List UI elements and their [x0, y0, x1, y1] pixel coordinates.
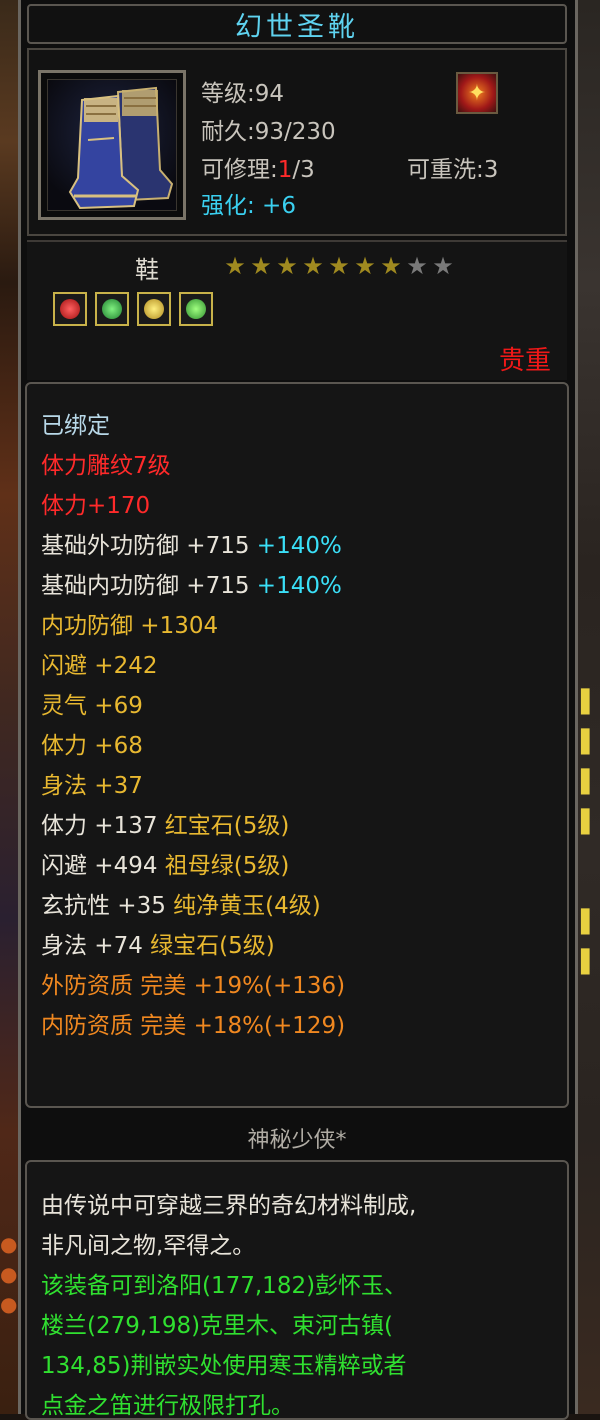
repair-prefix: 可修理: [201, 157, 278, 183]
attributes-box: 已绑定 体力雕纹7级 体力+170 基础外功防御 +715 +140% 基础内功… [25, 382, 569, 1108]
background-glyph: ▌ [581, 770, 598, 795]
attribute-line: 灵气 +69 [41, 693, 143, 719]
item-rarity: 贵重 [498, 346, 551, 376]
class-emblem-icon: ✦ [456, 72, 498, 114]
background-game-right-strip: ▌ ▌ ▌ ▌ ▌ ▌ [576, 0, 600, 1414]
background-glyph: ▌ [581, 910, 598, 935]
background-glyph: ● [0, 1232, 18, 1256]
attribute-bonus: +140% [256, 533, 342, 559]
item-type-section: 鞋 ★ ★ ★ ★ ★ ★ ★ ★ ★ 贵重 [27, 240, 567, 380]
item-name: 幻世圣靴 [235, 11, 359, 43]
gem-name: 绿宝石(5级) [150, 933, 275, 959]
item-maker: 神秘少侠* [247, 1128, 347, 1153]
gem-name: 红宝石(5级) [164, 813, 290, 839]
topaz-gem-icon [137, 292, 171, 326]
description-line: 点金之笛进行极限打孔。 [41, 1393, 294, 1419]
gem-core [144, 299, 164, 319]
description-line: 134,85)荆嵌实处使用寒玉精粹或者 [41, 1353, 407, 1379]
star-rating: ★ ★ ★ ★ ★ ★ ★ ★ ★ [223, 254, 455, 278]
star-icon: ★ [276, 252, 298, 280]
gem-core [102, 299, 122, 319]
attribute-line: 基础外功防御 +715 +140% [41, 526, 342, 560]
item-rewash: 可重洗:3 [407, 157, 499, 183]
item-header: 等级:94 耐久:93/230 可修理:1/3 可重洗:3 强化: +6 ✦ [27, 48, 567, 236]
attribute-line: 闪避 +242 [41, 653, 158, 679]
attribute-base: 闪避 +494 [41, 853, 165, 879]
description-line: 楼兰(279,198)克里木、束河古镇( [41, 1313, 394, 1339]
gem-attribute-line: 身法 +74 绿宝石(5级) [41, 926, 275, 960]
gem-core [186, 299, 206, 319]
star-icon: ★ [224, 252, 246, 280]
item-title-bar: 幻世圣靴 [27, 4, 567, 44]
gem-attribute-line: 闪避 +494 祖母绿(5级) [41, 846, 289, 880]
attribute-base: 身法 +74 [41, 933, 151, 959]
repair-current: 1 [277, 157, 293, 183]
description-line: 非凡间之物,罕得之。 [41, 1233, 256, 1259]
attribute-line: 体力+170 [41, 493, 151, 519]
item-tooltip-panel: 幻世圣靴 等级:94 耐久:93/230 可修理:1/3 可重洗:3 强化: +… [18, 0, 578, 1420]
background-glyph: ▌ [581, 690, 598, 715]
repair-suffix: /3 [292, 157, 315, 183]
star-icon: ★ [302, 252, 324, 280]
bound-status: 已绑定 [41, 413, 110, 439]
quality-line: 外防资质 完美 +19%(+136) [41, 973, 346, 999]
description-line: 由传说中可穿越三界的奇幻材料制成, [41, 1193, 417, 1219]
gem-attribute-line: 玄抗性 +35 纯净黄玉(4级) [41, 886, 321, 920]
star-icon: ★ [250, 252, 272, 280]
item-level: 等级:94 [201, 81, 285, 107]
ruby-gem-icon [53, 292, 87, 326]
attribute-base: 基础外功防御 +715 [41, 533, 257, 559]
attribute-bonus: +140% [256, 573, 342, 599]
item-enhance: 强化: +6 [201, 193, 296, 219]
attribute-line: 身法 +37 [41, 773, 143, 799]
gem-slots [53, 292, 213, 326]
gem-core [60, 299, 80, 319]
item-durability: 耐久:93/230 [201, 119, 336, 145]
item-repairable: 可修理:1/3 [201, 150, 315, 184]
gem-attribute-line: 体力 +137 红宝石(5级) [41, 806, 289, 840]
star-icon: ★ [380, 252, 402, 280]
description-box: 由传说中可穿越三界的奇幻材料制成, 非凡间之物,罕得之。 该装备可到洛阳(177… [25, 1160, 569, 1420]
attribute-base: 玄抗性 +35 [41, 893, 174, 919]
item-type: 鞋 [135, 256, 159, 284]
star-icon: ★ [328, 252, 350, 280]
attribute-line: 体力 +68 [41, 733, 143, 759]
attribute-line: 体力雕纹7级 [41, 453, 171, 479]
attribute-base: 基础内功防御 +715 [41, 573, 257, 599]
background-glyph: ● [0, 1262, 18, 1286]
green-gem-icon [179, 292, 213, 326]
star-icon: ★ [406, 252, 428, 280]
star-icon: ★ [354, 252, 376, 280]
gem-name: 祖母绿(5级) [164, 853, 290, 879]
description-line: 该装备可到洛阳(177,182)彭怀玉、 [41, 1273, 408, 1299]
boots-icon [47, 79, 177, 211]
background-glyph: ● [0, 1292, 18, 1316]
star-icon: ★ [432, 252, 454, 280]
background-glyph: ▌ [581, 810, 598, 835]
attribute-base: 体力 +137 [41, 813, 165, 839]
emerald-gem-icon [95, 292, 129, 326]
background-glyph: ▌ [581, 950, 598, 975]
attribute-line: 内功防御 +1304 [41, 613, 219, 639]
quality-line: 内防资质 完美 +18%(+129) [41, 1013, 346, 1039]
background-glyph: ▌ [581, 730, 598, 755]
item-icon-frame [38, 70, 186, 220]
attribute-line: 基础内功防御 +715 +140% [41, 566, 342, 600]
gem-name: 纯净黄玉(4级) [173, 893, 321, 919]
